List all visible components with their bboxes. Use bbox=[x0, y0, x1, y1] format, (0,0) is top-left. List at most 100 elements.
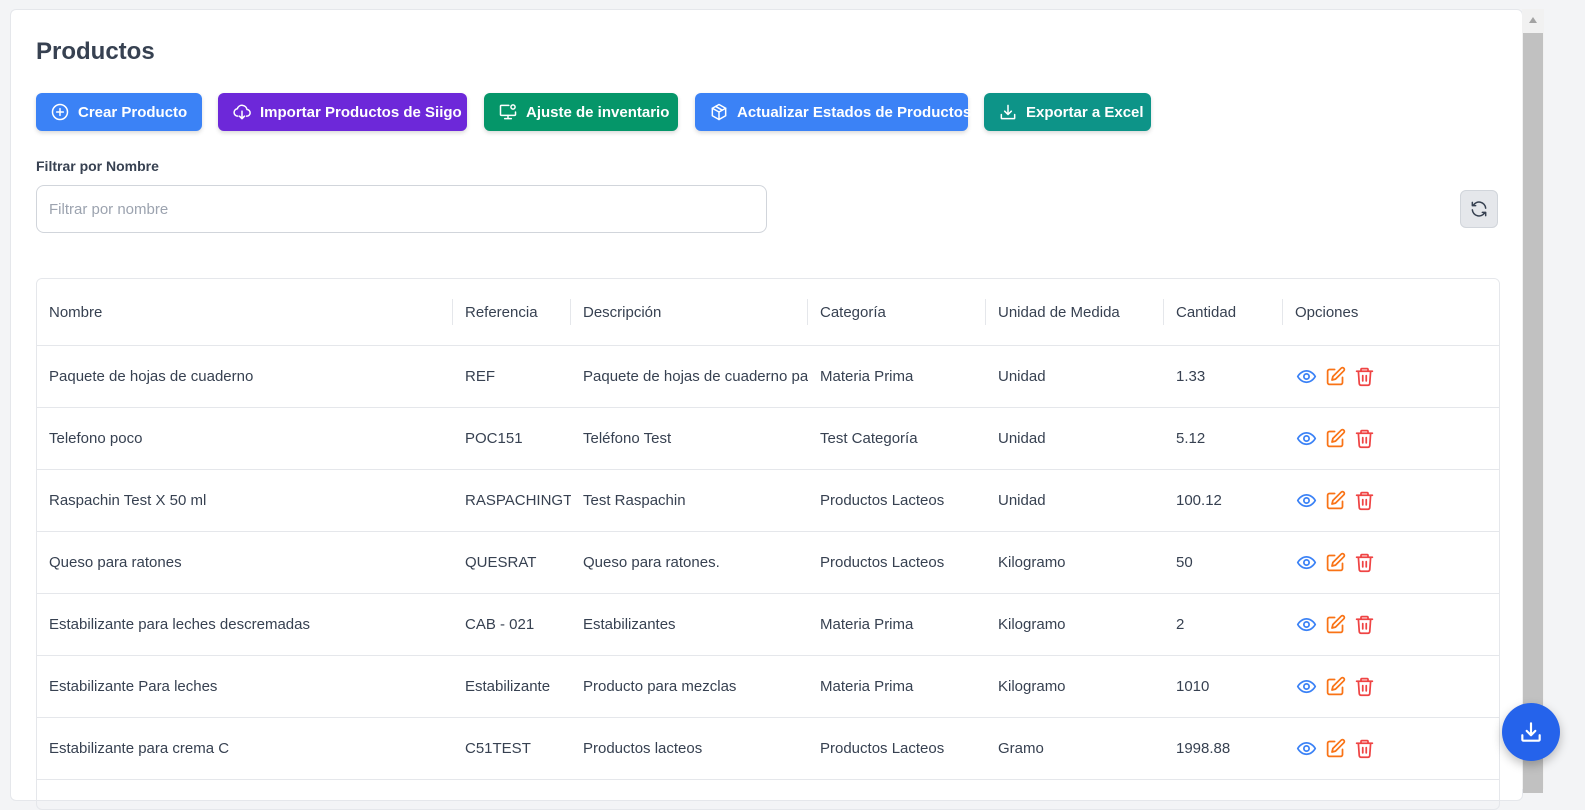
cell-descripcion: Productos lacteos bbox=[583, 740, 703, 757]
scroll-up-arrow-icon[interactable] bbox=[1522, 9, 1544, 31]
cell-referencia: C51TEST bbox=[465, 740, 531, 757]
cell-descripcion: Paquete de hojas de cuaderno para bbox=[583, 368, 808, 385]
export-excel-label: Exportar a Excel bbox=[1026, 103, 1144, 121]
cell-categoria: Productos Lacteos bbox=[820, 492, 945, 509]
filter-label: Filtrar por Nombre bbox=[36, 158, 159, 174]
cell-unidad: Unidad bbox=[998, 430, 1046, 447]
cell-referencia: POC151 bbox=[465, 430, 523, 447]
cell-opciones bbox=[1283, 346, 1499, 407]
cell-descripcion: Producto para mezclas bbox=[583, 678, 737, 695]
page-title: Productos bbox=[36, 38, 155, 65]
table-body: Paquete de hojas de cuaderno REF Paquete d… bbox=[37, 346, 1499, 780]
plus-circle-icon bbox=[51, 103, 69, 121]
cell-referencia: QUESRAT bbox=[465, 554, 537, 571]
cell-categoria: Materia Prima bbox=[820, 678, 914, 695]
view-eye-icon[interactable] bbox=[1295, 738, 1317, 760]
cell-nombre: Estabilizante para leches descremadas bbox=[49, 616, 310, 633]
view-eye-icon[interactable] bbox=[1295, 428, 1317, 450]
cell-nombre: Queso para ratones bbox=[49, 554, 182, 571]
cell-categoria: Productos Lacteos bbox=[820, 554, 945, 571]
floating-download-button[interactable] bbox=[1502, 703, 1560, 761]
cell-descripcion: Test Raspachin bbox=[583, 492, 686, 509]
view-eye-icon[interactable] bbox=[1295, 552, 1317, 574]
cell-nombre: Raspachin Test X 50 ml bbox=[49, 492, 207, 509]
edit-icon[interactable] bbox=[1324, 490, 1346, 512]
delete-trash-icon[interactable] bbox=[1353, 676, 1375, 698]
column-header-categoria[interactable]: Categoría bbox=[808, 279, 986, 345]
column-header-descripcion[interactable]: Descripción bbox=[571, 279, 808, 345]
edit-icon[interactable] bbox=[1324, 614, 1346, 636]
cell-referencia: RASPACHINGTEST bbox=[465, 492, 571, 509]
cloud-download-icon bbox=[233, 104, 251, 120]
column-header-referencia[interactable]: Referencia bbox=[453, 279, 571, 345]
delete-trash-icon[interactable] bbox=[1353, 738, 1375, 760]
create-product-button[interactable]: Crear Producto bbox=[36, 93, 202, 131]
edit-icon[interactable] bbox=[1324, 428, 1346, 450]
edit-icon[interactable] bbox=[1324, 738, 1346, 760]
scrollbar-thumb[interactable] bbox=[1523, 33, 1543, 793]
column-header-nombre[interactable]: Nombre bbox=[37, 279, 453, 345]
view-eye-icon[interactable] bbox=[1295, 490, 1317, 512]
cell-cantidad: 1998.88 bbox=[1176, 740, 1231, 757]
import-siigo-button[interactable]: Importar Productos de Siigo bbox=[218, 93, 467, 131]
filter-name-input[interactable] bbox=[36, 185, 767, 233]
cell-descripcion: Teléfono Test bbox=[583, 430, 672, 447]
edit-icon[interactable] bbox=[1324, 366, 1346, 388]
cell-cantidad: 2 bbox=[1176, 616, 1185, 633]
edit-icon[interactable] bbox=[1324, 552, 1346, 574]
table-row: Estabilizante para leches descremadas CAB… bbox=[37, 594, 1499, 656]
inventory-adjust-label: Ajuste de inventario bbox=[526, 103, 670, 121]
cell-cantidad: 1.33 bbox=[1176, 368, 1206, 385]
cell-categoria: Materia Prima bbox=[820, 368, 914, 385]
cell-opciones bbox=[1283, 532, 1499, 593]
cell-categoria: Productos Lacteos bbox=[820, 740, 945, 757]
cell-cantidad: 1010 bbox=[1176, 678, 1210, 695]
table-header: Nombre Referencia Descripción Categoría … bbox=[37, 279, 1499, 346]
cell-unidad: Unidad bbox=[998, 492, 1046, 509]
package-icon bbox=[711, 103, 727, 121]
cell-unidad: Kilogramo bbox=[998, 616, 1066, 633]
cell-opciones bbox=[1283, 408, 1499, 469]
delete-trash-icon[interactable] bbox=[1353, 366, 1375, 388]
delete-trash-icon[interactable] bbox=[1353, 614, 1375, 636]
cell-cantidad: 5.12 bbox=[1176, 430, 1206, 447]
refresh-button[interactable] bbox=[1460, 190, 1498, 228]
view-eye-icon[interactable] bbox=[1295, 676, 1317, 698]
table-row: Raspachin Test X 50 ml RASPACHINGTEST Test… bbox=[37, 470, 1499, 532]
view-eye-icon[interactable] bbox=[1295, 366, 1317, 388]
refresh-icon bbox=[1471, 201, 1487, 217]
edit-icon[interactable] bbox=[1324, 676, 1346, 698]
delete-trash-icon[interactable] bbox=[1353, 428, 1375, 450]
update-status-button[interactable]: Actualizar Estados de Productos bbox=[695, 93, 972, 131]
download-icon bbox=[1521, 722, 1541, 742]
view-eye-icon[interactable] bbox=[1295, 614, 1317, 636]
cell-cantidad: 100.12 bbox=[1176, 492, 1222, 509]
delete-trash-icon[interactable] bbox=[1353, 490, 1375, 512]
table-row: Queso para ratones QUESRAT Queso para rato… bbox=[37, 532, 1499, 594]
column-header-unidad[interactable]: Unidad de Medida bbox=[986, 279, 1164, 345]
cell-nombre: Telefono poco bbox=[49, 430, 143, 447]
cell-categoria: Test Categoría bbox=[820, 430, 918, 447]
delete-trash-icon[interactable] bbox=[1353, 552, 1375, 574]
export-excel-button[interactable]: Exportar a Excel bbox=[984, 93, 1151, 131]
cell-unidad: Kilogramo bbox=[998, 554, 1066, 571]
column-header-cantidad[interactable]: Cantidad bbox=[1164, 279, 1283, 345]
create-product-label: Crear Producto bbox=[78, 103, 188, 121]
table-row: Estabilizante para crema C C51TEST Product… bbox=[37, 718, 1499, 780]
cell-opciones bbox=[1283, 656, 1499, 717]
vertical-scrollbar[interactable] bbox=[1522, 9, 1544, 793]
cell-unidad: Unidad bbox=[998, 368, 1046, 385]
cell-descripcion: Estabilizantes bbox=[583, 616, 676, 633]
cell-opciones bbox=[1283, 718, 1499, 779]
cell-referencia: Estabilizante bbox=[465, 678, 551, 695]
update-status-label: Actualizar Estados de Productos bbox=[737, 103, 972, 121]
table-row: Estabilizante Para leches Estabilizante Pr… bbox=[37, 656, 1499, 718]
download-icon bbox=[1000, 104, 1016, 120]
inventory-adjust-button[interactable]: Ajuste de inventario bbox=[484, 93, 678, 131]
cell-referencia: CAB - 021 bbox=[465, 616, 535, 633]
import-siigo-label: Importar Productos de Siigo bbox=[260, 103, 462, 121]
monitor-settings-icon bbox=[499, 104, 517, 120]
main-card: Productos Crear Producto Importar Produc… bbox=[10, 9, 1523, 810]
cell-referencia: REF bbox=[465, 368, 495, 385]
cell-cantidad: 50 bbox=[1176, 554, 1193, 571]
